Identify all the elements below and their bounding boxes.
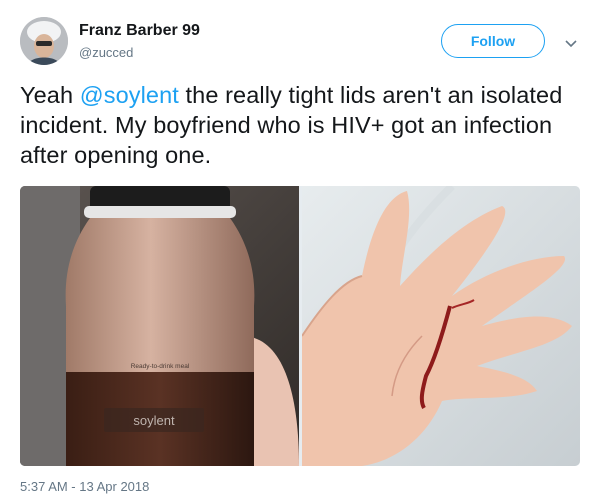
avatar[interactable] xyxy=(20,17,68,65)
tweet-text: Yeah @soylent the really tight lids aren… xyxy=(20,80,580,170)
tweet-timestamp[interactable]: 5:37 AM - 13 Apr 2018 xyxy=(20,479,149,494)
author-handle[interactable]: @zucced xyxy=(79,45,133,60)
mention-link[interactable]: @soylent xyxy=(80,82,179,108)
hand-photo-image xyxy=(302,186,580,466)
bottle-brand-text: soylent xyxy=(133,413,175,428)
photo-hand[interactable] xyxy=(302,186,580,466)
follow-button[interactable]: Follow xyxy=(441,24,545,58)
avatar-image xyxy=(20,17,68,65)
bottle-photo-image: Ready-to-drink meal soylent xyxy=(20,186,299,466)
tweet-text-prefix: Yeah xyxy=(20,82,80,108)
bottle-label-text: Ready-to-drink meal xyxy=(131,363,190,370)
author-display-name[interactable]: Franz Barber 99 xyxy=(79,22,200,40)
photo-bottle[interactable]: Ready-to-drink meal soylent xyxy=(20,186,299,466)
chevron-down-icon[interactable] xyxy=(565,36,577,48)
media-grid: Ready-to-drink meal soylent xyxy=(20,186,580,466)
